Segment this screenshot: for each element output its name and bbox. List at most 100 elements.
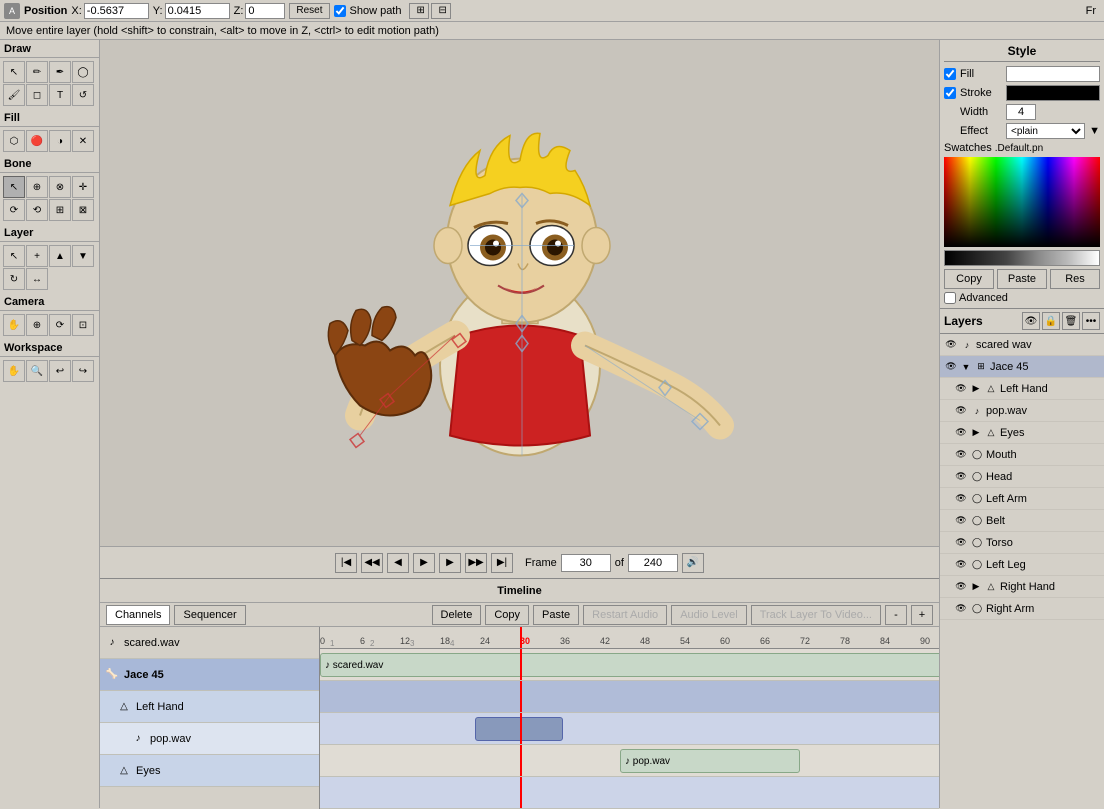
current-frame-input[interactable] <box>561 554 611 572</box>
tool-bone-select[interactable]: ↖ <box>3 176 25 198</box>
advanced-checkbox[interactable] <box>944 292 956 304</box>
next-frame-button[interactable]: ▶▶ <box>465 553 487 573</box>
total-frames-input[interactable] <box>628 554 678 572</box>
copy-style-button[interactable]: Copy <box>944 269 994 289</box>
tl-layer-left-hand[interactable]: △ Left Hand <box>100 691 319 723</box>
tool-fill[interactable]: ⬡ <box>3 130 25 152</box>
fill-color-swatch[interactable] <box>1006 66 1100 82</box>
reset-button[interactable]: Reset <box>289 3 329 19</box>
step-back-button[interactable]: ◀ <box>387 553 409 573</box>
delete-button[interactable]: Delete <box>432 605 482 625</box>
tool-bone-scale[interactable]: ⟲ <box>26 199 48 221</box>
fill-checkbox[interactable] <box>944 68 956 80</box>
tool-ws-undo[interactable]: ↩ <box>49 360 71 382</box>
zoom-out-button[interactable]: - <box>885 605 907 625</box>
layer-item-left-leg[interactable]: 👁 ◯ Left Leg <box>940 554 1104 576</box>
layer-item-jace45[interactable]: 👁 ▼ ⊞ Jace 45 <box>940 356 1104 378</box>
tab-sequencer[interactable]: Sequencer <box>174 605 245 625</box>
step-fwd-button[interactable]: ▶ <box>439 553 461 573</box>
grayscale-bar[interactable] <box>944 250 1100 266</box>
tool-layer-down[interactable]: ▼ <box>72 245 94 267</box>
tool-ws-redo[interactable]: ↪ <box>72 360 94 382</box>
layer-item-mouth[interactable]: 👁 ◯ Mouth <box>940 444 1104 466</box>
x-input[interactable] <box>84 3 149 19</box>
tool-camera-pan[interactable]: ✋ <box>3 314 25 336</box>
layer-item-right-hand[interactable]: 👁 ▶ △ Right Hand <box>940 576 1104 598</box>
tool-text[interactable]: T <box>49 84 71 106</box>
prev-frame-button[interactable]: ◀◀ <box>361 553 383 573</box>
layer-item-belt[interactable]: 👁 ◯ Belt <box>940 510 1104 532</box>
z-input[interactable] <box>245 3 285 19</box>
tl-layer-eyes[interactable]: △ Eyes <box>100 755 319 787</box>
tool-layer-flip[interactable]: ↔ <box>26 268 48 290</box>
layer-item-torso[interactable]: 👁 ◯ Torso <box>940 532 1104 554</box>
go-start-button[interactable]: |◀ <box>335 553 357 573</box>
tool-ws-hand[interactable]: ✋ <box>3 360 25 382</box>
layer-item-head[interactable]: 👁 ◯ Head <box>940 466 1104 488</box>
tl-layer-scared-wav[interactable]: ♪ scared.wav <box>100 627 319 659</box>
tl-layer-jace45[interactable]: 🦴 Jace 45 <box>100 659 319 691</box>
reset-style-button[interactable]: Res <box>1050 269 1100 289</box>
audio-button[interactable]: 🔊 <box>682 553 704 573</box>
tool-camera-reset[interactable]: ⊡ <box>72 314 94 336</box>
layer-item-left-arm[interactable]: 👁 ◯ Left Arm <box>940 488 1104 510</box>
color-picker[interactable] <box>944 157 1100 247</box>
layer-item-pop-wav[interactable]: 👁 ♪ pop.wav <box>940 400 1104 422</box>
tool-layer-rotate[interactable]: ↻ <box>3 268 25 290</box>
tool-bone-weight[interactable]: ⊠ <box>72 199 94 221</box>
tool-bone-bind[interactable]: ⊞ <box>49 199 71 221</box>
tool-camera-zoom[interactable]: ⊕ <box>26 314 48 336</box>
tool-eraser[interactable]: ◻ <box>26 84 48 106</box>
tool-layer-up[interactable]: ▲ <box>49 245 71 267</box>
zoom-in-button[interactable]: + <box>911 605 933 625</box>
copy-button[interactable]: Copy <box>485 605 529 625</box>
layers-lock-btn[interactable]: 🔒 <box>1042 312 1060 330</box>
tool-bone-move[interactable]: ✛ <box>72 176 94 198</box>
tool-brush[interactable]: 🖌 <box>3 84 25 106</box>
layer-item-scared-wav[interactable]: 👁 ♪ scared wav <box>940 334 1104 356</box>
paste-style-button[interactable]: Paste <box>997 269 1047 289</box>
go-end-button[interactable]: ▶| <box>491 553 513 573</box>
tool-pen[interactable]: ✒ <box>49 61 71 83</box>
expand-btn[interactable]: ⊞ <box>409 3 429 19</box>
restart-audio-button[interactable]: Restart Audio <box>583 605 667 625</box>
expand-icon[interactable]: ▶ <box>970 427 982 439</box>
tool-ws-zoom[interactable]: 🔍 <box>26 360 48 382</box>
effect-select[interactable]: <plain <box>1006 123 1085 139</box>
layer-item-left-hand[interactable]: 👁 ▶ △ Left Hand <box>940 378 1104 400</box>
y-input[interactable] <box>165 3 230 19</box>
canvas-area[interactable] <box>100 40 939 546</box>
tool-layer-add[interactable]: + <box>26 245 48 267</box>
tab-channels[interactable]: Channels <box>106 605 170 625</box>
tool-gradient[interactable]: ◑ <box>49 130 71 152</box>
paste-button[interactable]: Paste <box>533 605 579 625</box>
tool-pencil[interactable]: ✏ <box>26 61 48 83</box>
layers-more-btn[interactable]: ••• <box>1082 312 1100 330</box>
tool-layer-select[interactable]: ↖ <box>3 245 25 267</box>
width-input[interactable] <box>1006 104 1036 120</box>
stroke-color-swatch[interactable] <box>1006 85 1100 101</box>
expand-icon[interactable]: ▶ <box>970 581 982 593</box>
layers-eye-btn[interactable]: 👁 <box>1022 312 1040 330</box>
expand-icon[interactable]: ▼ <box>960 361 972 373</box>
play-button[interactable]: ▶ <box>413 553 435 573</box>
show-path-checkbox[interactable] <box>334 5 346 17</box>
tool-shape[interactable]: ◯ <box>72 61 94 83</box>
tool-zoom[interactable]: ↺ <box>72 84 94 106</box>
stroke-checkbox[interactable] <box>944 87 956 99</box>
contract-btn[interactable]: ⊟ <box>431 3 451 19</box>
tool-camera-rotate[interactable]: ⟳ <box>49 314 71 336</box>
expand-icon[interactable]: ▶ <box>970 383 982 395</box>
audio-level-button[interactable]: Audio Level <box>671 605 747 625</box>
layers-delete-btn[interactable]: 🗑 <box>1062 312 1080 330</box>
tool-bone-edit[interactable]: ⊗ <box>49 176 71 198</box>
tool-close[interactable]: ✕ <box>72 130 94 152</box>
track-layer-button[interactable]: Track Layer To Video... <box>751 605 881 625</box>
tool-bone-add[interactable]: ⊕ <box>26 176 48 198</box>
tool-arrow[interactable]: ↖ <box>3 61 25 83</box>
tl-layer-pop-wav[interactable]: ♪ pop.wav <box>100 723 319 755</box>
tool-bone-rotate[interactable]: ⟳ <box>3 199 25 221</box>
layer-item-right-arm[interactable]: 👁 ◯ Right Arm <box>940 598 1104 620</box>
tool-dropper[interactable]: 🔴 <box>26 130 48 152</box>
layer-item-eyes[interactable]: 👁 ▶ △ Eyes <box>940 422 1104 444</box>
